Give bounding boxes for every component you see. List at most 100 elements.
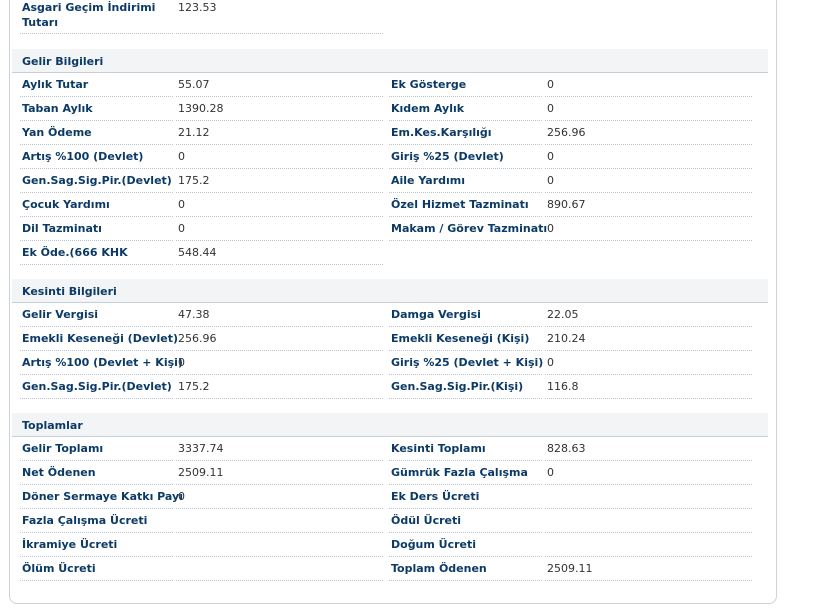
field-value: 256.96 xyxy=(547,126,586,139)
field-value: 890.67 xyxy=(547,198,586,211)
agi-label: Asgari Geçim İndirimi Tutarı xyxy=(22,1,156,29)
field-label: Net Ödenen xyxy=(22,466,96,479)
field-value: 2509.11 xyxy=(178,466,224,479)
field-row: Dil Tazminatı 0 xyxy=(20,217,384,241)
field-row: Ölüm Ücreti xyxy=(20,557,384,581)
field-row: Makam / Görev Tazminatı 0 xyxy=(389,217,753,241)
field-value: 0 xyxy=(547,466,554,479)
agi-row: Asgari Geçim İndirimi Tutarı 123.53 xyxy=(20,0,384,34)
agi-value: 123.53 xyxy=(178,1,217,14)
field-row: Gelir Toplamı 3337.74 xyxy=(20,437,384,461)
field-value: 0 xyxy=(547,78,554,91)
field-value: 0 xyxy=(547,356,554,369)
field-label: Yan Ödeme xyxy=(22,126,92,139)
field-value: 2509.11 xyxy=(547,562,593,575)
field-row: Ödül Ücreti xyxy=(389,509,753,533)
row-divider xyxy=(545,398,752,399)
field-row: Net Ödenen 2509.11 xyxy=(20,461,384,485)
field-row: Doğum Ücreti xyxy=(389,533,753,557)
field-label: Gümrük Fazla Çalışma xyxy=(391,466,528,479)
field-label: Em.Kes.Karşılığı xyxy=(391,126,492,139)
field-row: Emekli Keseneği (Kişi) 210.24 xyxy=(389,327,753,351)
field-value: 175.2 xyxy=(178,174,210,187)
field-row: Ek Gösterge 0 xyxy=(389,73,753,97)
field-label: Giriş %25 (Devlet) xyxy=(391,150,504,163)
field-row: Gelir Vergisi 47.38 xyxy=(20,303,384,327)
field-label: Ek Gösterge xyxy=(391,78,467,91)
field-label: Gelir Vergisi xyxy=(22,308,99,321)
field-value: 0 xyxy=(547,150,554,163)
row-divider xyxy=(20,398,173,399)
field-value: 828.63 xyxy=(547,442,586,455)
field-value: 0 xyxy=(178,150,185,163)
field-label: Artış %100 (Devlet) xyxy=(22,150,144,163)
agi-divider xyxy=(176,33,383,34)
field-label: Artış %100 (Devlet + Kişi) xyxy=(22,356,183,369)
row-divider xyxy=(389,398,542,399)
field-row: Damga Vergisi 22.05 xyxy=(389,303,753,327)
row-divider xyxy=(20,264,173,265)
field-row: Aile Yardımı 0 xyxy=(389,169,753,193)
field-label: Özel Hizmet Tazminatı xyxy=(391,198,529,211)
section-header: Toplamlar xyxy=(12,413,768,437)
field-label: Makam / Görev Tazminatı xyxy=(391,222,548,235)
field-row: Gen.Sag.Sig.Pir.(Kişi) 116.8 xyxy=(389,375,753,399)
row-divider xyxy=(389,240,542,241)
field-value: 3337.74 xyxy=(178,442,224,455)
field-value: 22.05 xyxy=(547,308,579,321)
row-divider xyxy=(176,264,383,265)
field-value: 0 xyxy=(547,222,554,235)
field-value: 0 xyxy=(547,102,554,115)
row-divider xyxy=(176,580,383,581)
field-label: Gen.Sag.Sig.Pir.(Devlet) xyxy=(22,380,172,393)
field-label: Damga Vergisi xyxy=(391,308,481,321)
field-label: Fazla Çalışma Ücreti xyxy=(22,514,148,527)
field-row: Gümrük Fazla Çalışma 0 xyxy=(389,461,753,485)
field-label: Giriş %25 (Devlet + Kişi) xyxy=(391,356,544,369)
field-label: Gen.Sag.Sig.Pir.(Kişi) xyxy=(391,380,524,393)
field-row: Gen.Sag.Sig.Pir.(Devlet) 175.2 xyxy=(20,169,384,193)
field-row: Fazla Çalışma Ücreti xyxy=(20,509,384,533)
field-row: Artış %100 (Devlet + Kişi) 0 xyxy=(20,351,384,375)
section-header: Gelir Bilgileri xyxy=(12,49,768,73)
field-value: 55.07 xyxy=(178,78,210,91)
field-row: Kıdem Aylık 0 xyxy=(389,97,753,121)
field-row: Giriş %25 (Devlet) 0 xyxy=(389,145,753,169)
field-label: Ölüm Ücreti xyxy=(22,562,96,575)
field-row: Yan Ödeme 21.12 xyxy=(20,121,384,145)
row-divider xyxy=(545,580,752,581)
field-value: 0 xyxy=(178,222,185,235)
field-label: Toplam Ödenen xyxy=(391,562,487,575)
section-header: Kesinti Bilgileri xyxy=(12,279,768,303)
field-row: Ek Ders Ücreti xyxy=(389,485,753,509)
field-label: Kıdem Aylık xyxy=(391,102,465,115)
field-label: Dil Tazminatı xyxy=(22,222,102,235)
field-value: 116.8 xyxy=(547,380,579,393)
field-row: Artış %100 (Devlet) 0 xyxy=(20,145,384,169)
field-value: 1390.28 xyxy=(178,102,224,115)
row-divider xyxy=(389,580,542,581)
field-row: Emekli Keseneği (Devlet) 256.96 xyxy=(20,327,384,351)
field-value: 0 xyxy=(178,356,185,369)
field-label: Emekli Keseneği (Devlet) xyxy=(22,332,178,345)
field-value: 0 xyxy=(178,490,185,503)
field-label: Döner Sermaye Katkı Payı xyxy=(22,490,183,503)
field-value: 47.38 xyxy=(178,308,210,321)
field-row: Toplam Ödenen 2509.11 xyxy=(389,557,753,581)
field-row: Döner Sermaye Katkı Payı 0 xyxy=(20,485,384,509)
field-row: Taban Aylık 1390.28 xyxy=(20,97,384,121)
field-value: 0 xyxy=(178,198,185,211)
field-value: 548.44 xyxy=(178,246,217,259)
field-label: Gen.Sag.Sig.Pir.(Devlet) xyxy=(22,174,172,187)
field-value: 0 xyxy=(547,174,554,187)
field-value: 256.96 xyxy=(178,332,217,345)
field-label: Emekli Keseneği (Kişi) xyxy=(391,332,530,345)
field-value: 175.2 xyxy=(178,380,210,393)
field-label: Kesinti Toplamı xyxy=(391,442,486,455)
field-value: 210.24 xyxy=(547,332,586,345)
field-row: Ek Öde.(666 KHK 548.44 xyxy=(20,241,384,265)
field-label: İkramiye Ücreti xyxy=(22,538,118,551)
field-value: 21.12 xyxy=(178,126,210,139)
field-row: Em.Kes.Karşılığı 256.96 xyxy=(389,121,753,145)
field-label: Aylık Tutar xyxy=(22,78,89,91)
